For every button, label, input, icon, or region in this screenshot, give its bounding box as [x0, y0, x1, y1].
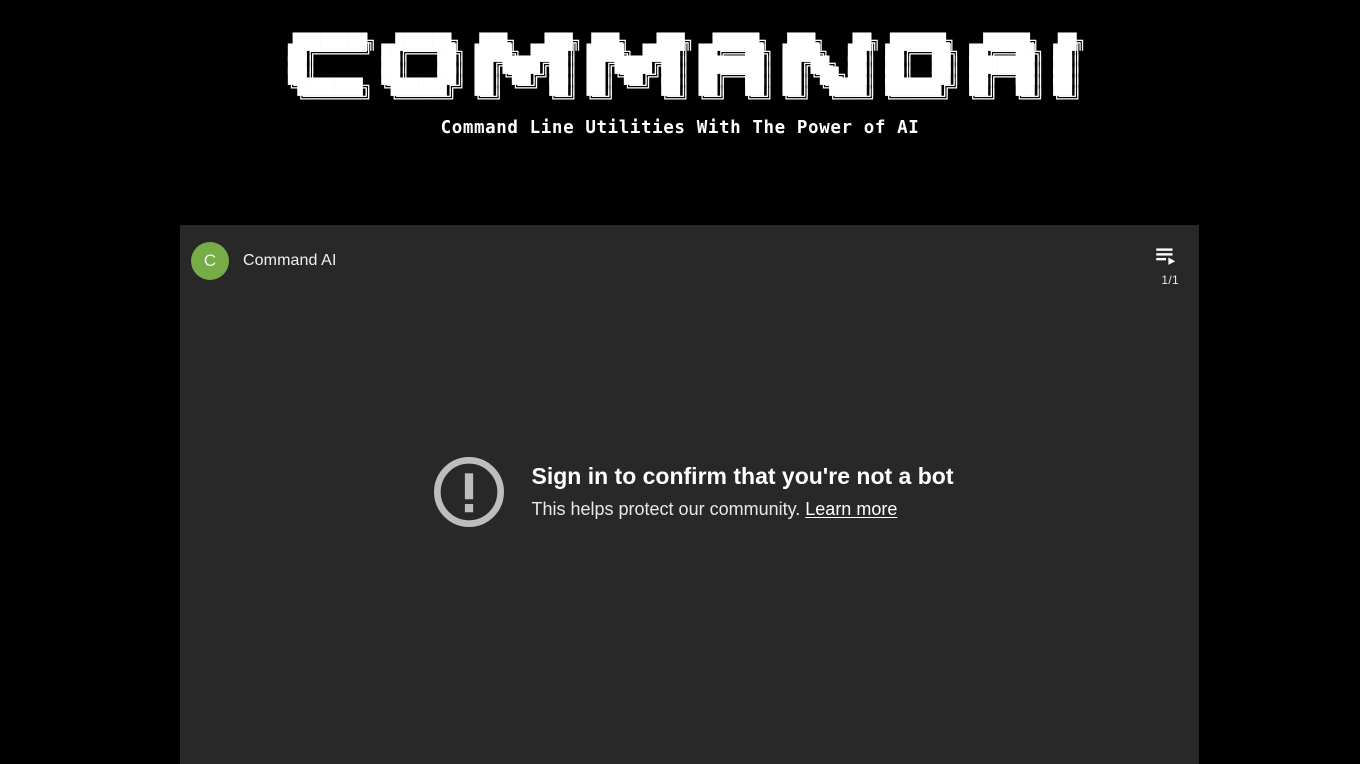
learn-more-link[interactable]: Learn more [805, 499, 897, 519]
player-error-state: Sign in to confirm that you're not a bot… [180, 225, 1199, 764]
video-player-panel: C Command AI 1/1 Sign in to confirm that… [180, 225, 1199, 764]
error-content: Sign in to confirm that you're not a bot… [431, 454, 954, 530]
commandai-ascii-logo: ████████╗ ██████╗ ███╗ ███╗ ███╗ ███╗ ██… [288, 33, 1086, 108]
site-tagline: Command Line Utilities With The Power of… [440, 118, 920, 139]
page-root: ████████╗ ██████╗ ███╗ ███╗ ███╗ ███╗ ██… [0, 0, 1360, 764]
error-subtitle-row: This helps protect our community. Learn … [531, 497, 953, 521]
error-subtitle: This helps protect our community. [531, 499, 801, 519]
site-header: ████████╗ ██████╗ ███╗ ███╗ ███╗ ███╗ ██… [0, 0, 1360, 225]
error-title: Sign in to confirm that you're not a bot [531, 463, 954, 489]
error-text-block: Sign in to confirm that you're not a bot… [531, 462, 953, 521]
alert-circle-icon [434, 456, 505, 527]
